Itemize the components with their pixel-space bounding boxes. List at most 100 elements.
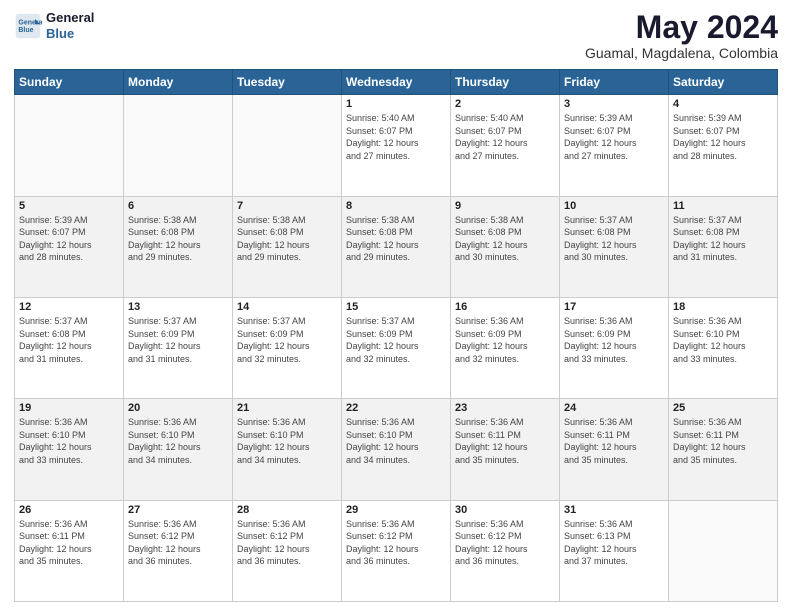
calendar-cell: 2 Sunrise: 5:40 AM Sunset: 6:07 PM Daylig… [451,95,560,196]
day-info: Sunrise: 5:37 AM Sunset: 6:09 PM Dayligh… [237,315,337,365]
day-info: Sunrise: 5:36 AM Sunset: 6:11 PM Dayligh… [564,416,664,466]
calendar-cell: 9Sunrise: 5:38 AM Sunset: 6:08 PM Daylig… [451,196,560,297]
calendar-cell [15,95,124,196]
day-number: 21 [237,402,337,414]
day-number: 19 [19,402,119,414]
day-info: Sunrise: 5:36 AM Sunset: 6:10 PM Dayligh… [673,315,773,365]
day-number: 29 [346,504,446,516]
page: General Blue General Blue May 2024 Guama… [0,0,792,612]
calendar-cell: 14 Sunrise: 5:37 AM Sunset: 6:09 PM Dayli… [233,297,342,398]
calendar-cell: 17 Sunrise: 5:36 AM Sunset: 6:09 PM Dayli… [560,297,669,398]
logo-text: General Blue [46,10,94,41]
calendar-cell: 26 Sunrise: 5:36 AM Sunset: 6:11 PM Dayli… [15,500,124,601]
day-info: Sunrise: 5:40 AM Sunset: 6:07 PM Dayligh… [346,112,446,162]
day-info: Sunrise: 5:36 AM Sunset: 6:10 PM Dayligh… [237,416,337,466]
day-number: 12 [19,301,119,313]
day-number: 14 [237,301,337,313]
calendar-cell: 4 Sunrise: 5:39 AM Sunset: 6:07 PM Daylig… [669,95,778,196]
weekday-header-thursday: Thursday [451,70,560,95]
calendar-cell: 27 Sunrise: 5:36 AM Sunset: 6:12 PM Dayli… [124,500,233,601]
day-number: 10 [564,200,664,212]
day-info: Sunrise: 5:36 AM Sunset: 6:11 PM Dayligh… [455,416,555,466]
day-info: Sunrise: 5:36 AM Sunset: 6:13 PM Dayligh… [564,518,664,568]
day-number: 8 [346,200,446,212]
day-info: Sunrise: 5:36 AM Sunset: 6:09 PM Dayligh… [564,315,664,365]
day-info: Sunrise: 5:39 AM Sunset: 6:07 PM Dayligh… [19,214,119,264]
calendar-cell: 6 Sunrise: 5:38 AM Sunset: 6:08 PM Daylig… [124,196,233,297]
day-number: 6 [128,200,228,212]
day-number: 13 [128,301,228,313]
day-number: 4 [673,98,773,110]
calendar-cell: 31Sunrise: 5:36 AM Sunset: 6:13 PM Dayli… [560,500,669,601]
calendar-cell: 21 Sunrise: 5:36 AM Sunset: 6:10 PM Dayli… [233,399,342,500]
svg-text:Blue: Blue [18,27,33,34]
calendar-cell: 10Sunrise: 5:37 AM Sunset: 6:08 PM Dayli… [560,196,669,297]
day-info: Sunrise: 5:36 AM Sunset: 6:12 PM Dayligh… [455,518,555,568]
day-info: Sunrise: 5:36 AM Sunset: 6:10 PM Dayligh… [346,416,446,466]
day-info: Sunrise: 5:36 AM Sunset: 6:10 PM Dayligh… [19,416,119,466]
weekday-header-tuesday: Tuesday [233,70,342,95]
calendar-cell: 29 Sunrise: 5:36 AM Sunset: 6:12 PM Dayli… [342,500,451,601]
day-number: 28 [237,504,337,516]
calendar-cell: 25 Sunrise: 5:36 AM Sunset: 6:11 PM Dayli… [669,399,778,500]
day-info: Sunrise: 5:36 AM Sunset: 6:12 PM Dayligh… [128,518,228,568]
weekday-header-row: SundayMondayTuesdayWednesdayThursdayFrid… [15,70,778,95]
day-number: 7 [237,200,337,212]
calendar-cell [233,95,342,196]
day-number: 23 [455,402,555,414]
day-info: Sunrise: 5:39 AM Sunset: 6:07 PM Dayligh… [673,112,773,162]
logo-icon: General Blue [14,12,42,40]
calendar-cell: 23 Sunrise: 5:36 AM Sunset: 6:11 PM Dayli… [451,399,560,500]
day-number: 26 [19,504,119,516]
calendar-cell: 16Sunrise: 5:36 AM Sunset: 6:09 PM Dayli… [451,297,560,398]
day-info: Sunrise: 5:36 AM Sunset: 6:11 PM Dayligh… [673,416,773,466]
day-number: 25 [673,402,773,414]
day-info: Sunrise: 5:37 AM Sunset: 6:09 PM Dayligh… [128,315,228,365]
day-number: 9 [455,200,555,212]
main-title: May 2024 [585,10,778,45]
calendar-cell: 18 Sunrise: 5:36 AM Sunset: 6:10 PM Dayli… [669,297,778,398]
day-info: Sunrise: 5:36 AM Sunset: 6:12 PM Dayligh… [237,518,337,568]
day-number: 15 [346,301,446,313]
day-info: Sunrise: 5:40 AM Sunset: 6:07 PM Dayligh… [455,112,555,162]
day-number: 5 [19,200,119,212]
weekday-header-wednesday: Wednesday [342,70,451,95]
calendar-cell [669,500,778,601]
day-info: Sunrise: 5:36 AM Sunset: 6:10 PM Dayligh… [128,416,228,466]
day-number: 22 [346,402,446,414]
day-number: 2 [455,98,555,110]
calendar-cell: 28 Sunrise: 5:36 AM Sunset: 6:12 PM Dayli… [233,500,342,601]
day-number: 17 [564,301,664,313]
day-number: 18 [673,301,773,313]
calendar-cell: 22 Sunrise: 5:36 AM Sunset: 6:10 PM Dayli… [342,399,451,500]
day-info: Sunrise: 5:38 AM Sunset: 6:08 PM Dayligh… [128,214,228,264]
logo: General Blue General Blue [14,10,94,41]
calendar-cell: 12Sunrise: 5:37 AM Sunset: 6:08 PM Dayli… [15,297,124,398]
calendar-cell: 8 Sunrise: 5:38 AM Sunset: 6:08 PM Daylig… [342,196,451,297]
calendar-cell: 24Sunrise: 5:36 AM Sunset: 6:11 PM Dayli… [560,399,669,500]
week-row-2: 5 Sunrise: 5:39 AM Sunset: 6:07 PM Daylig… [15,196,778,297]
weekday-header-monday: Monday [124,70,233,95]
title-block: May 2024 Guamal, Magdalena, Colombia [585,10,778,61]
calendar-cell: 5 Sunrise: 5:39 AM Sunset: 6:07 PM Daylig… [15,196,124,297]
calendar-cell: 7Sunrise: 5:38 AM Sunset: 6:08 PM Daylig… [233,196,342,297]
calendar-cell: 11 Sunrise: 5:37 AM Sunset: 6:08 PM Dayli… [669,196,778,297]
calendar-cell: 3Sunrise: 5:39 AM Sunset: 6:07 PM Daylig… [560,95,669,196]
calendar-cell: 30 Sunrise: 5:36 AM Sunset: 6:12 PM Dayli… [451,500,560,601]
header: General Blue General Blue May 2024 Guama… [14,10,778,61]
calendar-cell: 20Sunrise: 5:36 AM Sunset: 6:10 PM Dayli… [124,399,233,500]
day-info: Sunrise: 5:36 AM Sunset: 6:09 PM Dayligh… [455,315,555,365]
day-info: Sunrise: 5:36 AM Sunset: 6:12 PM Dayligh… [346,518,446,568]
calendar-cell: 19 Sunrise: 5:36 AM Sunset: 6:10 PM Dayli… [15,399,124,500]
day-info: Sunrise: 5:37 AM Sunset: 6:08 PM Dayligh… [673,214,773,264]
day-number: 27 [128,504,228,516]
day-info: Sunrise: 5:36 AM Sunset: 6:11 PM Dayligh… [19,518,119,568]
week-row-4: 19 Sunrise: 5:36 AM Sunset: 6:10 PM Dayli… [15,399,778,500]
day-number: 11 [673,200,773,212]
week-row-3: 12Sunrise: 5:37 AM Sunset: 6:08 PM Dayli… [15,297,778,398]
day-number: 30 [455,504,555,516]
weekday-header-saturday: Saturday [669,70,778,95]
day-info: Sunrise: 5:38 AM Sunset: 6:08 PM Dayligh… [346,214,446,264]
subtitle: Guamal, Magdalena, Colombia [585,45,778,61]
calendar: SundayMondayTuesdayWednesdayThursdayFrid… [14,69,778,602]
